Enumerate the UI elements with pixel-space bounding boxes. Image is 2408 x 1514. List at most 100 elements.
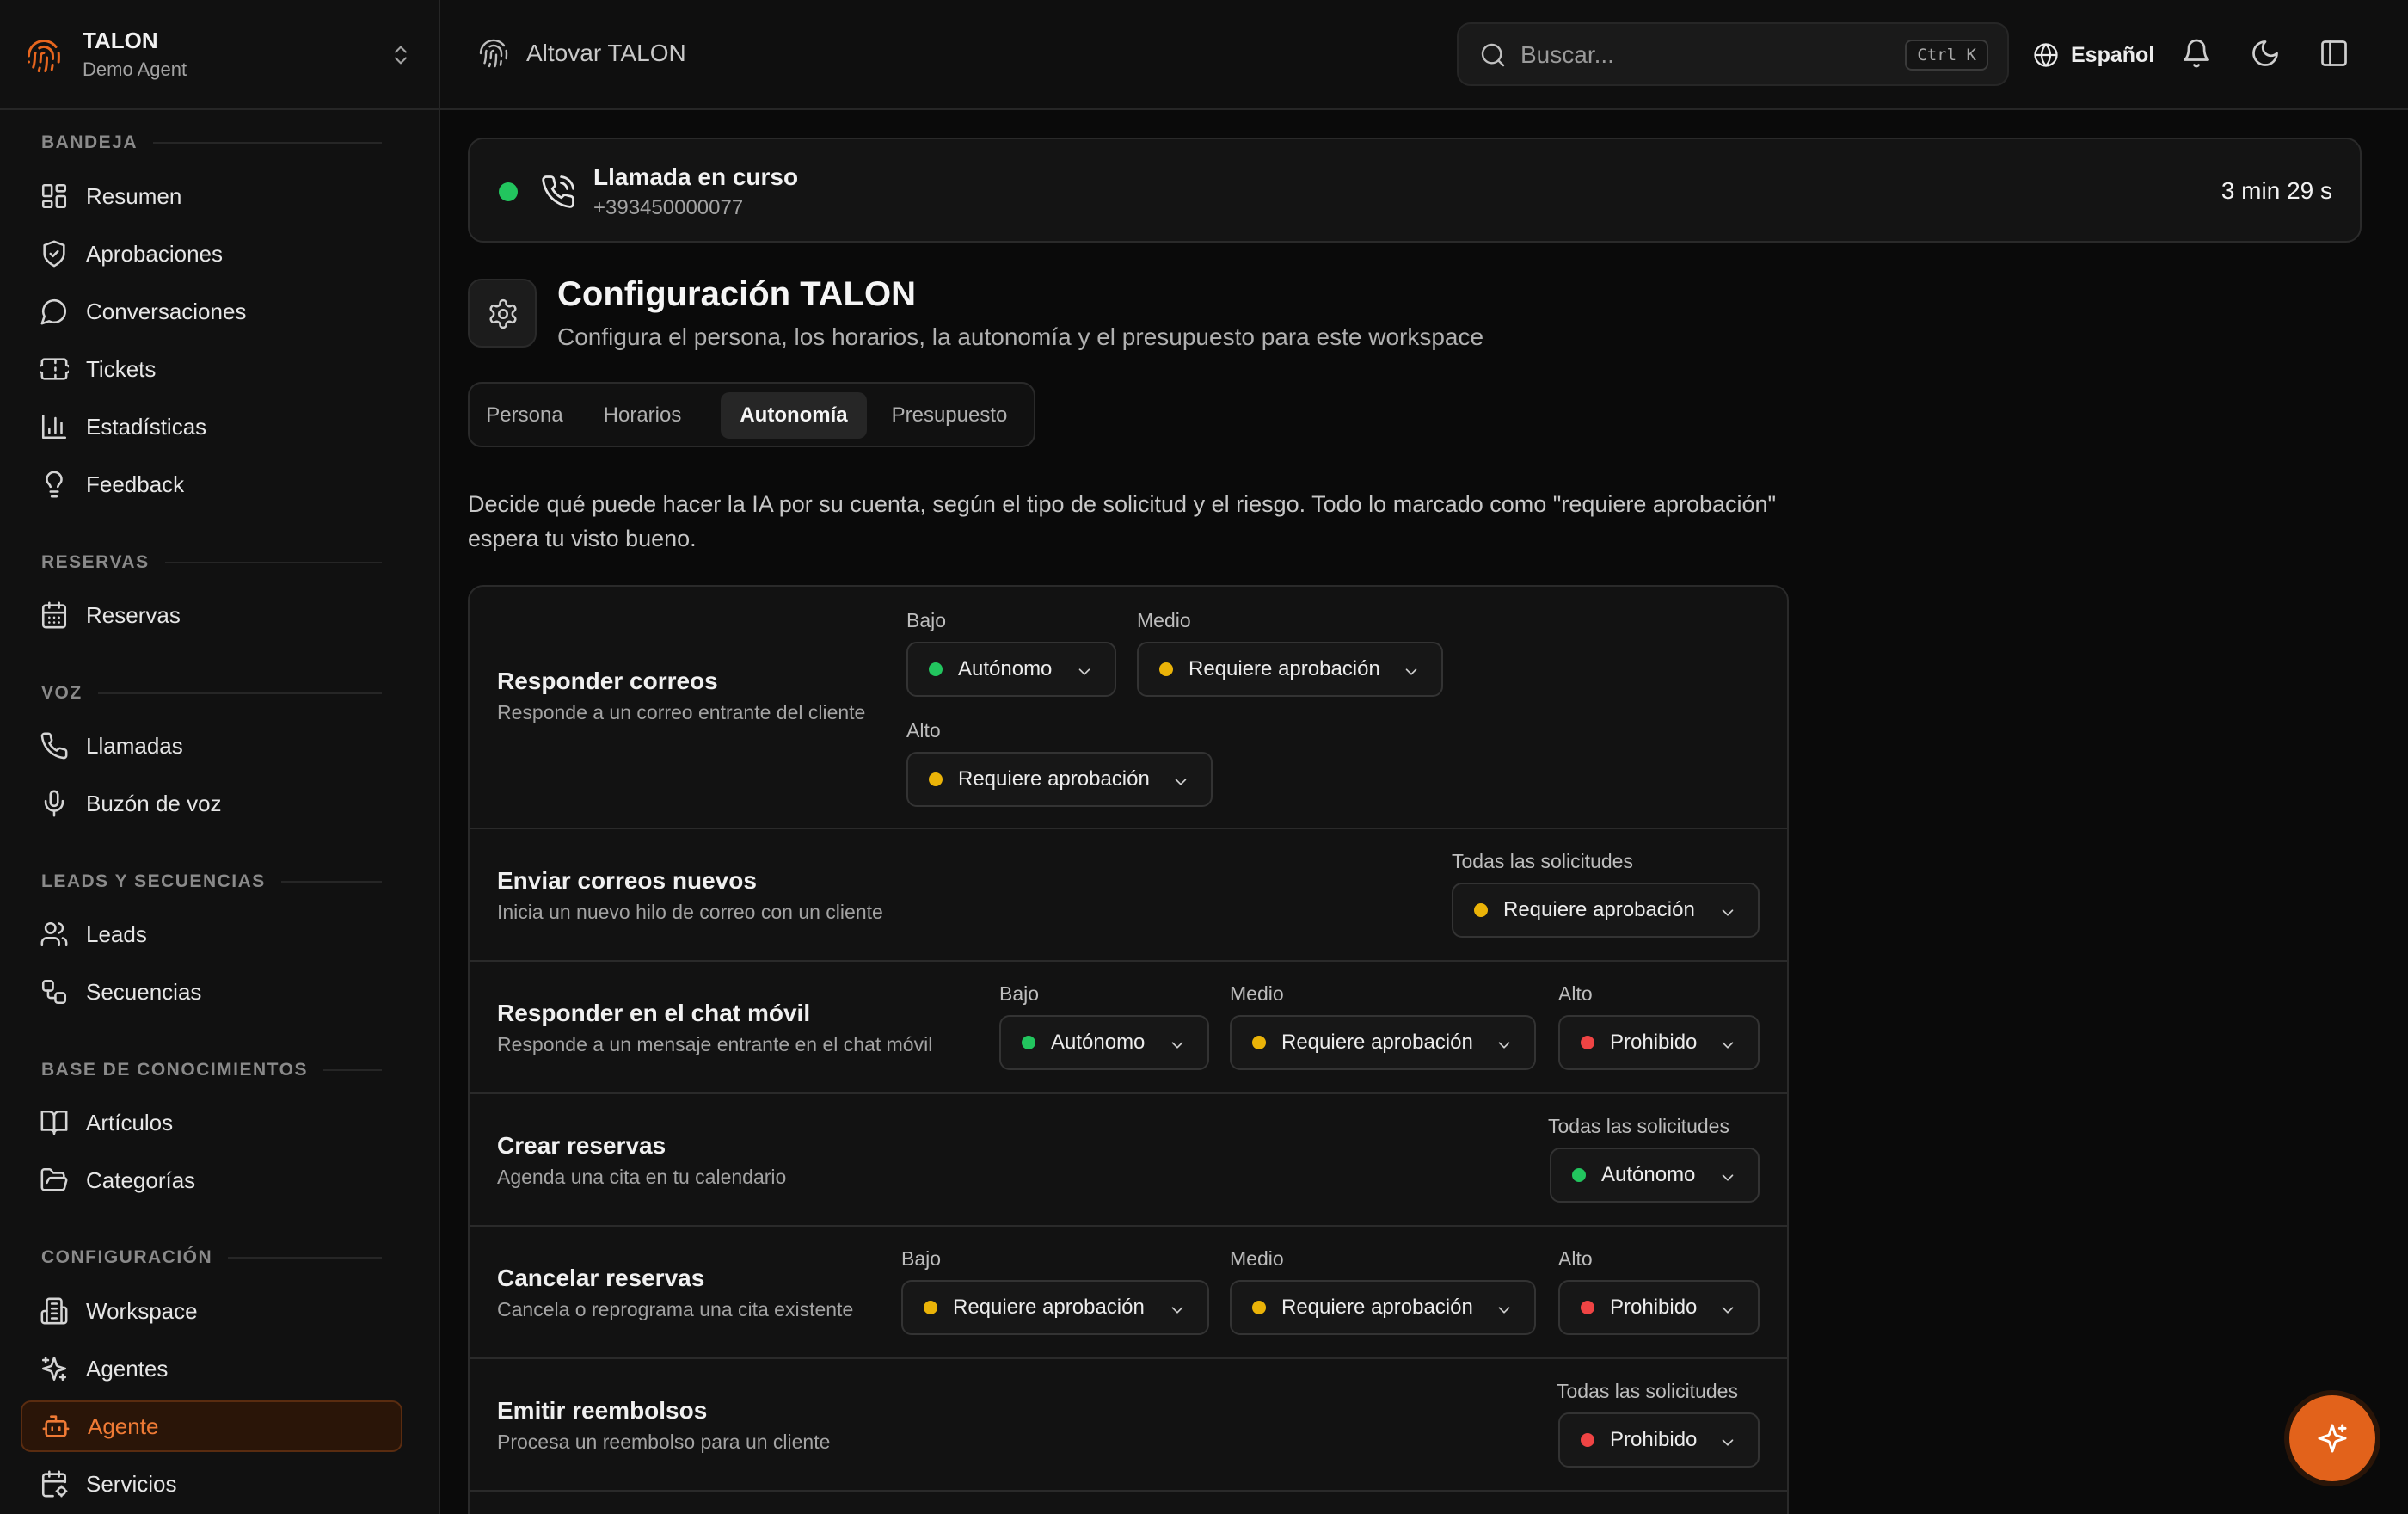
language-label: Español bbox=[2071, 42, 2155, 67]
risk-label-alto: Alto bbox=[906, 719, 941, 742]
sidebar-item-categorias[interactable]: Categorías bbox=[21, 1154, 402, 1206]
autonomy-select[interactable]: Autónomo bbox=[1550, 1148, 1760, 1203]
layout-grid-icon bbox=[41, 183, 67, 209]
chevron-down-icon bbox=[1498, 1042, 1510, 1049]
section-label-reservas: RESERVAS bbox=[41, 552, 382, 573]
tab-persona[interactable]: Persona bbox=[478, 392, 571, 439]
autonomy-row-enviar-correos-nuevos: Enviar correos nuevos Inicia un nuevo hi… bbox=[470, 829, 1787, 962]
sidebar-item-secuencias[interactable]: Secuencias bbox=[21, 966, 402, 1018]
rule-title: Cancelar reservas bbox=[497, 1265, 705, 1291]
workspace-switcher[interactable]: TALON Demo Agent bbox=[0, 0, 439, 110]
autonomy-select[interactable]: Requiere aprobación bbox=[1230, 1015, 1536, 1070]
sidebar-item-articulos[interactable]: Artículos bbox=[21, 1097, 402, 1148]
sidebar-item-conversaciones[interactable]: Conversaciones bbox=[21, 286, 402, 337]
section-label-bandeja: BANDEJA bbox=[41, 132, 382, 153]
autonomy-select[interactable]: Requiere aprobación bbox=[1137, 642, 1443, 697]
section-label-base-de-conocimientos: BASE DE CONOCIMIENTOS bbox=[41, 1060, 382, 1080]
status-dot-red bbox=[1581, 1036, 1594, 1049]
status-dot-green bbox=[1022, 1036, 1035, 1049]
search-input[interactable] bbox=[1520, 36, 1864, 74]
globe-icon bbox=[2034, 43, 2058, 67]
autonomy-select[interactable]: Requiere aprobación bbox=[906, 752, 1213, 807]
autonomy-select[interactable]: Prohibido bbox=[1558, 1280, 1760, 1335]
chevron-down-icon bbox=[1722, 1174, 1734, 1181]
sidebar-item-label: Workspace bbox=[86, 1297, 198, 1324]
chevron-down-icon bbox=[1498, 1307, 1510, 1314]
sidebar-item-label: Buzón de voz bbox=[86, 790, 222, 816]
rule-title: Enviar correos nuevos bbox=[497, 867, 757, 894]
search-shortcut-badge: Ctrl K bbox=[1905, 40, 1988, 71]
autonomy-select[interactable]: Prohibido bbox=[1558, 1412, 1760, 1468]
sidebar-item-aprobaciones[interactable]: Aprobaciones bbox=[21, 228, 402, 280]
status-dot-green bbox=[1572, 1168, 1586, 1182]
autonomy-select-value: Requiere aprobación bbox=[1189, 657, 1380, 680]
rule-description: Responde a un correo entrante del client… bbox=[497, 701, 866, 723]
folder-icon bbox=[40, 1167, 68, 1191]
sparkles-icon bbox=[2318, 1424, 2347, 1453]
search-box[interactable]: Ctrl K bbox=[1457, 22, 2009, 86]
autonomy-select[interactable]: Requiere aprobación bbox=[901, 1280, 1209, 1335]
autonomy-select-value: Autónomo bbox=[958, 657, 1053, 680]
autonomy-select[interactable]: Requiere aprobación bbox=[1452, 883, 1760, 938]
autonomy-select[interactable]: Prohibido bbox=[1558, 1015, 1760, 1070]
sidebar-item-workspace[interactable]: Workspace bbox=[21, 1285, 402, 1337]
sidebar-item-label: Leads bbox=[86, 920, 147, 947]
sidebar-item-label: Llamadas bbox=[86, 732, 183, 759]
status-dot-yellow bbox=[1252, 1036, 1266, 1049]
status-dot-yellow bbox=[1159, 662, 1173, 676]
autonomy-select-value: Autónomo bbox=[1601, 1163, 1696, 1186]
notifications-bell-icon[interactable] bbox=[2181, 38, 2212, 69]
page-subtitle: Configura el persona, los horarios, la a… bbox=[557, 323, 1484, 350]
autonomy-intro-text: Decide qué puede hacer la IA por su cuen… bbox=[468, 491, 1777, 551]
autonomy-select[interactable]: Autónomo bbox=[906, 642, 1116, 697]
rule-title: Responder correos bbox=[497, 668, 718, 694]
sidebar-item-label: Estadísticas bbox=[86, 413, 207, 440]
status-dot-red bbox=[1581, 1301, 1594, 1314]
autonomy-select-value: Requiere aprobación bbox=[953, 1296, 1145, 1319]
sidebar-item-resumen[interactable]: Resumen bbox=[21, 170, 402, 222]
breadcrumb[interactable]: Altovar TALON bbox=[526, 40, 686, 67]
tab-horarios[interactable]: Horarios bbox=[576, 392, 709, 439]
fingerprint-icon bbox=[478, 38, 509, 69]
chevrons-up-down-icon[interactable] bbox=[389, 41, 413, 69]
sidebar-item-estadisticas[interactable]: Estadísticas bbox=[21, 401, 402, 452]
call-live-indicator bbox=[499, 182, 518, 201]
sparkles-icon bbox=[41, 1356, 67, 1382]
sidebar-item-agentes[interactable]: Agentes bbox=[21, 1343, 402, 1394]
sidebar-item-reservas[interactable]: Reservas bbox=[21, 589, 402, 641]
tab-autonomia[interactable]: Autonomía bbox=[721, 392, 867, 439]
ticket-icon bbox=[40, 358, 69, 380]
rule-description: Inicia un nuevo hilo de correo con un cl… bbox=[497, 901, 883, 923]
autonomy-select[interactable]: Requiere aprobación bbox=[1230, 1280, 1536, 1335]
rule-description: Cancela o reprograma una cita existente bbox=[497, 1298, 854, 1320]
sidebar-item-label: Aprobaciones bbox=[86, 240, 223, 267]
autonomy-select[interactable]: Autónomo bbox=[999, 1015, 1209, 1070]
sidebar-item-agente[interactable]: Agente bbox=[21, 1400, 402, 1452]
sidebar-item-llamadas[interactable]: Llamadas bbox=[21, 720, 402, 772]
sidebar-item-tickets[interactable]: Tickets bbox=[21, 343, 402, 395]
sidebar-item-buzon-de-voz[interactable]: Buzón de voz bbox=[21, 778, 402, 829]
dark-mode-moon-icon[interactable] bbox=[2250, 38, 2281, 69]
autonomy-select-value: Prohibido bbox=[1610, 1296, 1698, 1319]
status-dot-yellow bbox=[929, 772, 943, 786]
call-phone-number: +393450000077 bbox=[593, 196, 744, 219]
autonomy-rules-card: Responder correos Responde a un correo e… bbox=[468, 585, 1789, 1514]
language-selector[interactable]: Español bbox=[2033, 38, 2154, 72]
active-call-banner[interactable]: Llamada en curso +393450000077 3 min 29 … bbox=[468, 138, 2362, 243]
phone-call-icon bbox=[540, 174, 576, 210]
status-dot-red bbox=[1581, 1433, 1594, 1447]
chevron-down-icon bbox=[1175, 779, 1187, 785]
autonomy-row-emitir-reembolsos: Emitir reembolsos Procesa un reembolso p… bbox=[470, 1359, 1787, 1492]
risk-label-todas: Todas las solicitudes bbox=[1557, 1380, 1738, 1402]
sidebar-item-leads[interactable]: Leads bbox=[21, 908, 402, 960]
ai-assistant-button[interactable] bbox=[2289, 1395, 2375, 1481]
tab-presupuesto[interactable]: Presupuesto bbox=[872, 392, 1027, 439]
building-icon bbox=[40, 1297, 68, 1325]
sidebar-item-servicios[interactable]: Servicios bbox=[21, 1458, 402, 1510]
sidebar-item-feedback[interactable]: Feedback bbox=[21, 459, 402, 510]
workspace-name: TALON bbox=[83, 28, 158, 53]
sidebar-item-label: Secuencias bbox=[86, 978, 202, 1005]
panel-toggle-icon[interactable] bbox=[2319, 38, 2350, 69]
risk-label-todas: Todas las solicitudes bbox=[1452, 850, 1633, 872]
workflow-icon bbox=[41, 979, 67, 1005]
